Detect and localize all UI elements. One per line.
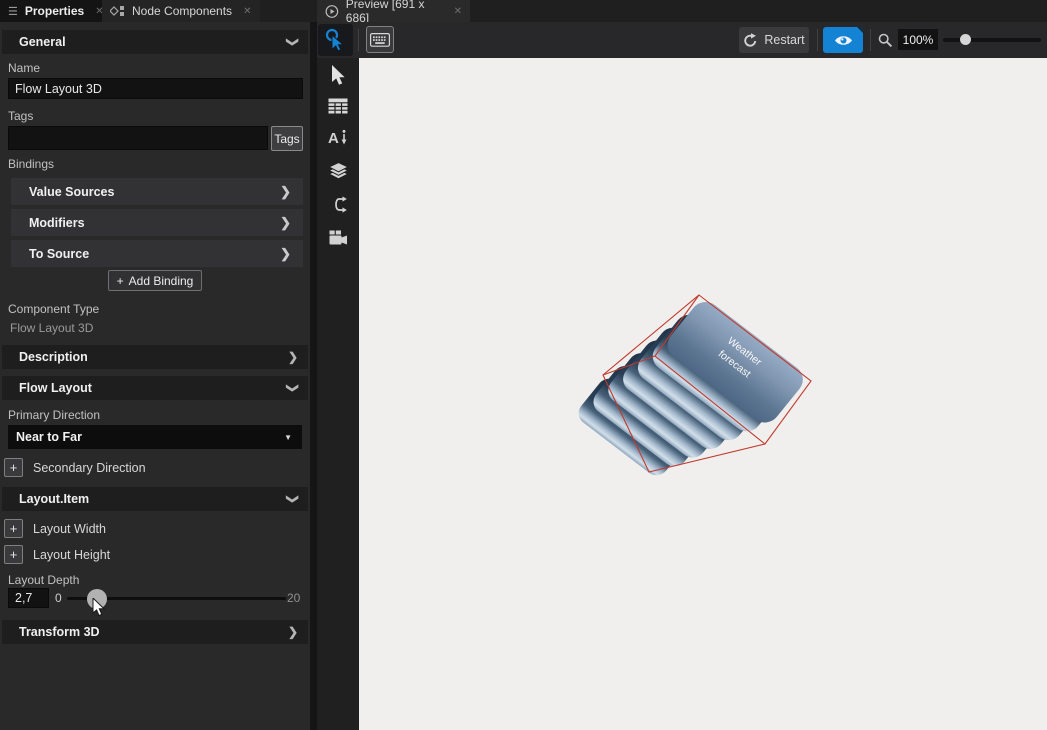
preview-toolbar: Restart 100%	[317, 22, 1047, 58]
interact-mode-button[interactable]	[318, 24, 353, 56]
tab-node-components-label: Node Components	[132, 4, 232, 18]
restart-icon	[743, 33, 758, 48]
chevron-down-icon: ❯	[287, 37, 299, 47]
zoom-slider-handle[interactable]	[960, 34, 971, 45]
tab-node-components-close-icon[interactable]: ✕	[243, 6, 251, 17]
preview-tool-strip: A	[317, 58, 359, 730]
chevron-right-icon: ❯	[280, 216, 291, 229]
bindings-label: Bindings	[8, 157, 54, 171]
layout-height-label: Layout Height	[33, 548, 110, 562]
add-secondary-direction-button[interactable]: +	[4, 458, 23, 477]
layout-depth-label: Layout Depth	[8, 573, 79, 587]
play-circle-icon	[325, 4, 339, 19]
section-description-label: Description	[19, 350, 88, 364]
camera-button[interactable]	[317, 230, 359, 245]
select-tool-button[interactable]	[317, 65, 359, 86]
split-arrows-icon	[329, 196, 348, 213]
tab-properties[interactable]: ☰ Properties ✕	[0, 0, 102, 22]
font-size-icon: A	[328, 128, 348, 147]
panel-splitter[interactable]	[310, 22, 317, 730]
flow-layout-3d-object[interactable]: Weather forecast	[557, 270, 829, 520]
svg-text:A: A	[328, 130, 339, 147]
chevron-right-icon: ❯	[288, 351, 298, 363]
tags-input[interactable]	[8, 126, 268, 150]
properties-panel: General ❯ Name Tags Tags Bindings Value …	[0, 22, 310, 730]
component-type-label: Component Type	[8, 302, 99, 316]
primary-direction-dropdown[interactable]: Near to Far ▼	[8, 425, 302, 449]
plus-icon: +	[117, 274, 124, 288]
depth-max-label: 20	[287, 591, 300, 605]
toolbar-separator	[870, 29, 871, 51]
chevron-down-icon: ❯	[287, 494, 299, 504]
chevron-right-icon: ❯	[280, 247, 291, 260]
chevron-down-icon: ❯	[287, 383, 299, 393]
tab-node-components[interactable]: Node Components ✕	[102, 0, 260, 22]
application-window: ☰ Properties ✕ Node Components ✕ Preview…	[0, 0, 1047, 730]
add-binding-label: Add Binding	[129, 274, 194, 288]
binding-row-label: To Source	[29, 247, 89, 261]
node-components-icon	[110, 4, 125, 18]
pointer-arrow-icon	[331, 65, 345, 86]
zoom-slider-track[interactable]	[943, 38, 1041, 42]
dropdown-corner-mark	[857, 27, 863, 33]
primary-direction-label: Primary Direction	[8, 408, 100, 422]
layout-depth-input[interactable]	[8, 588, 49, 608]
keyboard-icon	[370, 33, 390, 47]
toolbar-separator	[358, 29, 359, 51]
binding-row-to-source[interactable]: To Source ❯	[11, 240, 303, 267]
zoom-magnifier-icon	[878, 33, 893, 48]
virtual-keyboard-button[interactable]	[366, 26, 394, 53]
dropdown-caret-icon: ▼	[284, 433, 292, 442]
state-flow-button[interactable]	[317, 196, 359, 213]
section-layout-item[interactable]: Layout.Item ❯	[2, 487, 308, 511]
primary-direction-value: Near to Far	[16, 430, 82, 444]
tab-properties-label: Properties	[25, 4, 84, 18]
name-label: Name	[8, 61, 40, 75]
click-cursor-icon	[325, 28, 347, 52]
binding-row-label: Value Sources	[29, 185, 114, 199]
binding-row-modifiers[interactable]: Modifiers ❯	[11, 209, 303, 236]
eye-icon	[834, 34, 853, 47]
video-camera-icon	[329, 230, 348, 245]
text-tool-button[interactable]: A	[317, 128, 359, 147]
section-layout-item-label: Layout.Item	[19, 492, 89, 506]
tab-bar: ☰ Properties ✕ Node Components ✕ Preview…	[0, 0, 1047, 22]
restart-button[interactable]: Restart	[739, 27, 809, 53]
table-icon	[328, 98, 348, 114]
layout-width-label: Layout Width	[33, 522, 106, 536]
tab-preview[interactable]: Preview [691 x 686] ✕	[317, 0, 470, 22]
section-transform-3d-label: Transform 3D	[19, 625, 100, 639]
restart-label: Restart	[764, 33, 804, 47]
layers-button[interactable]	[317, 162, 359, 180]
grid-view-button[interactable]	[317, 98, 359, 114]
section-description[interactable]: Description ❯	[2, 345, 308, 369]
chevron-right-icon: ❯	[288, 626, 298, 638]
add-layout-height-button[interactable]: +	[4, 545, 23, 564]
zoom-value[interactable]: 100%	[898, 29, 938, 50]
layers-icon	[328, 162, 349, 180]
binding-row-value-sources[interactable]: Value Sources ❯	[11, 178, 303, 205]
tags-label: Tags	[8, 109, 33, 123]
depth-slider-handle[interactable]	[87, 589, 107, 609]
section-transform-3d[interactable]: Transform 3D ❯	[2, 620, 308, 644]
depth-min-label: 0	[55, 591, 62, 605]
properties-list-icon: ☰	[8, 5, 18, 18]
toolbar-separator	[817, 29, 818, 51]
section-general[interactable]: General ❯	[2, 30, 308, 54]
component-type-value: Flow Layout 3D	[10, 321, 93, 335]
tags-button[interactable]: Tags	[271, 126, 303, 151]
tab-preview-close-icon[interactable]: ✕	[454, 6, 462, 17]
add-binding-button[interactable]: + Add Binding	[108, 270, 202, 291]
secondary-direction-label: Secondary Direction	[33, 461, 146, 475]
chevron-right-icon: ❯	[280, 185, 291, 198]
section-general-label: General	[19, 35, 66, 49]
section-flow-layout[interactable]: Flow Layout ❯	[2, 376, 308, 400]
section-flow-layout-label: Flow Layout	[19, 381, 92, 395]
visibility-button[interactable]	[823, 27, 863, 53]
name-input[interactable]	[8, 78, 303, 99]
add-layout-width-button[interactable]: +	[4, 519, 23, 538]
binding-row-label: Modifiers	[29, 216, 85, 230]
preview-viewport[interactable]: Weather forecast	[359, 58, 1047, 730]
